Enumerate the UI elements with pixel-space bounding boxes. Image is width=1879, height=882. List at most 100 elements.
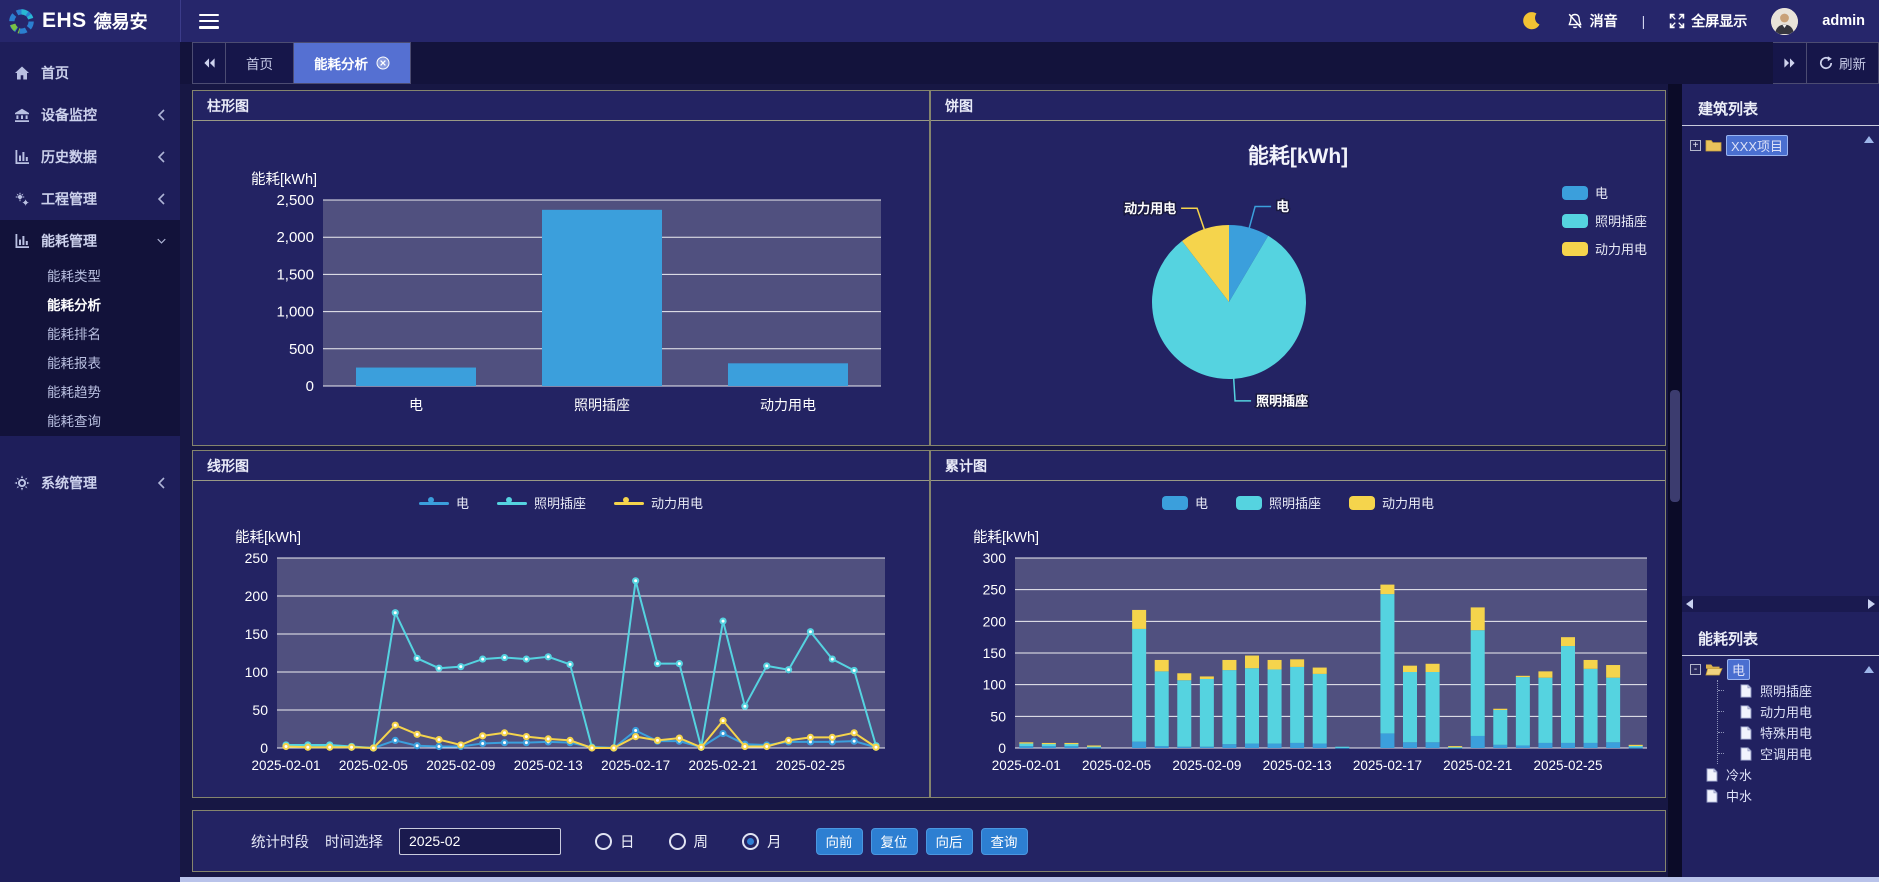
- stack-segment-照明插座[interactable]: [1471, 630, 1485, 736]
- legend-item-照明插座[interactable]: 照明插座: [1562, 211, 1647, 230]
- stack-segment-照明插座[interactable]: [1538, 678, 1552, 743]
- tree-node-中水[interactable]: 中水: [1690, 785, 1875, 806]
- stack-segment-动力用电[interactable]: [1245, 656, 1259, 669]
- stack-segment-电[interactable]: [1606, 742, 1620, 748]
- tab-home[interactable]: 首页: [226, 42, 294, 84]
- radio-日[interactable]: 日: [595, 831, 635, 852]
- stack-segment-动力用电[interactable]: [1403, 666, 1417, 672]
- tree-node-特殊用电[interactable]: 特殊用电: [1718, 722, 1875, 743]
- radio-月[interactable]: 月: [742, 831, 782, 852]
- tree-node-XXX项目[interactable]: +XXX项目: [1690, 135, 1875, 156]
- bar-照明插座[interactable]: [542, 210, 662, 386]
- stack-segment-动力用电[interactable]: [1471, 607, 1485, 630]
- sidebar-item-能耗管理[interactable]: 能耗管理: [0, 220, 180, 262]
- expand-plus-icon[interactable]: +: [1690, 140, 1701, 151]
- stack-segment-动力用电[interactable]: [1064, 743, 1078, 744]
- stack-segment-动力用电[interactable]: [1019, 742, 1033, 743]
- stack-segment-照明插座[interactable]: [1222, 670, 1236, 744]
- stack-segment-电[interactable]: [1313, 744, 1327, 748]
- stack-segment-电[interactable]: [1019, 746, 1033, 748]
- tabs-scroll-left-button[interactable]: [192, 42, 226, 84]
- stack-segment-动力用电[interactable]: [1042, 743, 1056, 744]
- tree-node-照明插座[interactable]: 照明插座: [1718, 680, 1875, 701]
- stack-segment-电[interactable]: [1290, 743, 1304, 748]
- sidebar-item-历史数据[interactable]: 历史数据: [0, 136, 180, 178]
- stack-segment-照明插座[interactable]: [1313, 674, 1327, 744]
- tree-node-冷水[interactable]: 冷水: [1690, 764, 1875, 785]
- tab-energy-analysis[interactable]: 能耗分析: [294, 42, 411, 84]
- menu-toggle-icon[interactable]: [199, 14, 219, 29]
- stack-segment-照明插座[interactable]: [1426, 672, 1440, 742]
- stack-segment-电[interactable]: [1380, 733, 1394, 748]
- stack-segment-电[interactable]: [1403, 742, 1417, 748]
- stack-segment-动力用电[interactable]: [1584, 660, 1598, 669]
- stack-segment-电[interactable]: [1493, 745, 1507, 748]
- stack-segment-照明插座[interactable]: [1335, 747, 1349, 748]
- collapse-minus-icon[interactable]: -: [1690, 664, 1701, 675]
- theme-moon-icon[interactable]: [1522, 11, 1542, 31]
- stack-segment-电[interactable]: [1064, 746, 1078, 748]
- stack-segment-动力用电[interactable]: [1200, 676, 1214, 679]
- time-input[interactable]: [399, 828, 561, 855]
- stack-segment-照明插座[interactable]: [1606, 678, 1620, 743]
- scroll-left-icon[interactable]: [1686, 599, 1693, 609]
- stack-segment-照明插座[interactable]: [1245, 668, 1259, 743]
- tab-close-icon[interactable]: [376, 56, 390, 70]
- sidebar-subitem-能耗分析[interactable]: 能耗分析: [0, 291, 180, 320]
- main-vertical-scrollbar[interactable]: [1668, 84, 1682, 882]
- stack-segment-动力用电[interactable]: [1629, 745, 1643, 746]
- stack-segment-照明插座[interactable]: [1290, 667, 1304, 743]
- stack-segment-动力用电[interactable]: [1155, 660, 1169, 671]
- stack-segment-动力用电[interactable]: [1087, 745, 1101, 746]
- stack-segment-照明插座[interactable]: [1516, 677, 1530, 745]
- stack-segment-照明插座[interactable]: [1403, 672, 1417, 742]
- button-向后[interactable]: 向后: [926, 828, 973, 855]
- right-horizontal-scrollbar[interactable]: [1682, 596, 1879, 612]
- stack-segment-动力用电[interactable]: [1380, 585, 1394, 595]
- stack-segment-动力用电[interactable]: [1426, 664, 1440, 672]
- stack-segment-动力用电[interactable]: [1538, 671, 1552, 677]
- sidebar-item-工程管理[interactable]: 工程管理: [0, 178, 180, 220]
- radio-周[interactable]: 周: [669, 831, 709, 852]
- legend-item-动力用电[interactable]: 动力用电: [1562, 239, 1647, 258]
- stack-segment-动力用电[interactable]: [1313, 668, 1327, 674]
- sidebar-subitem-能耗趋势[interactable]: 能耗趋势: [0, 378, 180, 407]
- stack-segment-动力用电[interactable]: [1606, 665, 1620, 678]
- tree-node-空调用电[interactable]: 空调用电: [1718, 743, 1875, 764]
- sidebar-subitem-能耗类型[interactable]: 能耗类型: [0, 262, 180, 291]
- button-复位[interactable]: 复位: [871, 828, 918, 855]
- stack-segment-动力用电[interactable]: [1516, 676, 1530, 677]
- stack-segment-动力用电[interactable]: [1448, 746, 1462, 747]
- stack-segment-电[interactable]: [1516, 745, 1530, 748]
- sidebar-subitem-能耗报表[interactable]: 能耗报表: [0, 349, 180, 378]
- sidebar-subitem-能耗排名[interactable]: 能耗排名: [0, 320, 180, 349]
- avatar[interactable]: [1771, 8, 1798, 35]
- stack-segment-动力用电[interactable]: [1132, 610, 1146, 629]
- stack-segment-电[interactable]: [1629, 747, 1643, 748]
- sidebar-item-首页[interactable]: 首页: [0, 52, 180, 94]
- refresh-button[interactable]: 刷新: [1807, 42, 1879, 84]
- mute-button[interactable]: 消音: [1566, 11, 1618, 31]
- stack-segment-电[interactable]: [1268, 744, 1282, 748]
- stack-segment-电[interactable]: [1561, 743, 1575, 748]
- stack-segment-电[interactable]: [1200, 747, 1214, 748]
- stack-segment-电[interactable]: [1177, 747, 1191, 748]
- building-scroll-up-icon[interactable]: [1864, 136, 1874, 143]
- scroll-right-icon[interactable]: [1868, 599, 1875, 609]
- button-向前[interactable]: 向前: [816, 828, 863, 855]
- stack-segment-动力用电[interactable]: [1177, 673, 1191, 680]
- stack-segment-电[interactable]: [1155, 746, 1169, 748]
- stack-segment-电[interactable]: [1471, 736, 1485, 748]
- tree-node-电[interactable]: -电: [1690, 659, 1875, 680]
- fullscreen-button[interactable]: 全屏显示: [1669, 11, 1747, 31]
- stack-segment-电[interactable]: [1087, 747, 1101, 748]
- stack-segment-动力用电[interactable]: [1493, 709, 1507, 710]
- tree-node-动力用电[interactable]: 动力用电: [1718, 701, 1875, 722]
- stack-segment-照明插座[interactable]: [1177, 680, 1191, 747]
- tabs-scroll-right-button[interactable]: [1773, 42, 1807, 84]
- stack-segment-照明插座[interactable]: [1019, 744, 1033, 747]
- bar-动力用电[interactable]: [728, 363, 848, 386]
- stack-segment-照明插座[interactable]: [1380, 594, 1394, 733]
- stack-segment-电[interactable]: [1132, 742, 1146, 748]
- stack-segment-动力用电[interactable]: [1222, 660, 1236, 670]
